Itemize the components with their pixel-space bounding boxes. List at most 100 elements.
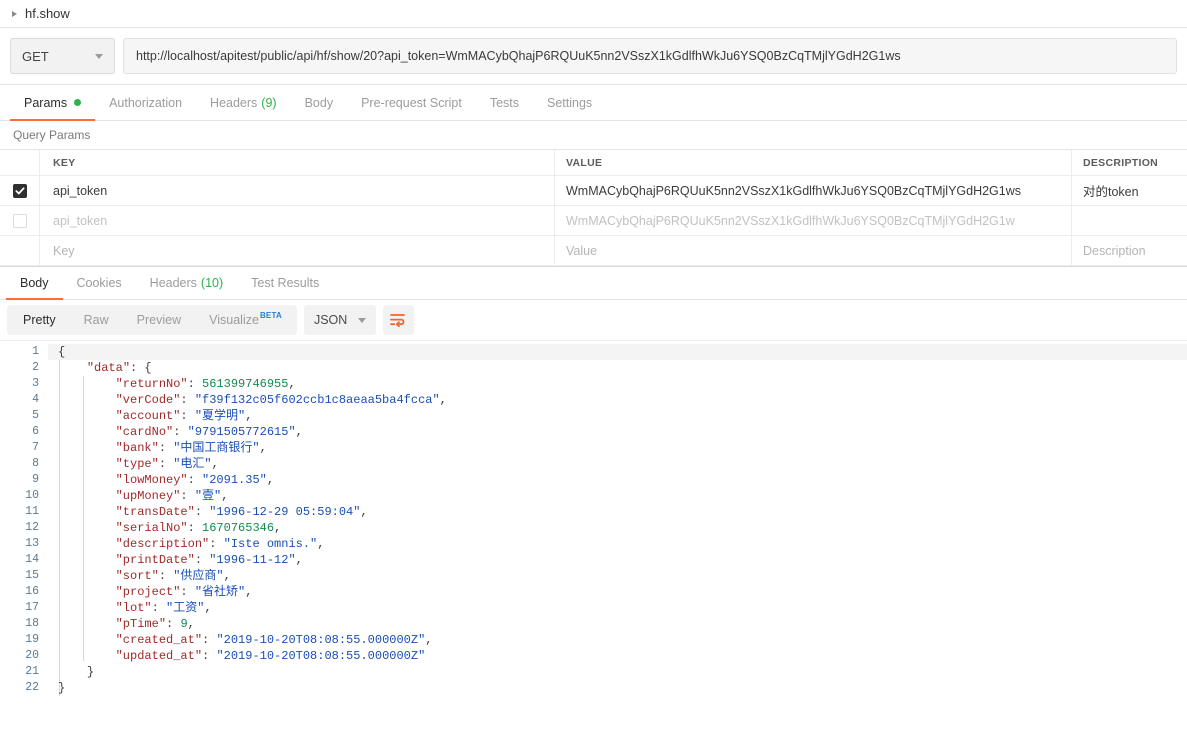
- token-punc: :: [187, 473, 203, 487]
- row-checkbox-cell[interactable]: [0, 176, 40, 205]
- line-number: 4: [32, 393, 39, 406]
- token-punc: ,: [245, 585, 253, 599]
- token-punc: :: [173, 425, 188, 439]
- response-body-viewer[interactable]: 1 2 3 4 5 6 7 8 9 10 11 12 13 14 15 16 17 18 19 20 21 22 { "d…: [0, 340, 1187, 702]
- param-key: api_token: [53, 213, 108, 228]
- row-description-cell[interactable]: 对的token: [1072, 176, 1187, 205]
- response-tab-test-results[interactable]: Test Results: [237, 267, 333, 299]
- view-raw-button[interactable]: Raw: [70, 307, 123, 333]
- tab-body-label: Body: [304, 95, 334, 110]
- token-punc: ,: [425, 633, 433, 647]
- tab-settings[interactable]: Settings: [533, 85, 606, 120]
- chevron-down-icon: [357, 317, 366, 323]
- code-line: "sort": "供应商",: [48, 568, 1187, 584]
- token-str: "供应商": [173, 569, 224, 583]
- json-code-area[interactable]: { "data": { "returnNo": 561399746955, "v…: [48, 341, 1187, 702]
- tab-params-label: Params: [24, 95, 68, 110]
- token-key: "upMoney": [115, 489, 181, 503]
- header-checkbox-cell: [0, 150, 40, 175]
- token-str: "1996-11-12": [209, 553, 296, 567]
- response-view-segmented-control: Pretty Raw Preview Visualize BETA: [7, 305, 297, 335]
- tab-authorization[interactable]: Authorization: [95, 85, 196, 120]
- checkbox-checked-icon[interactable]: [12, 183, 27, 198]
- tab-tests[interactable]: Tests: [476, 85, 533, 120]
- header-value-cell: VALUE: [555, 150, 1072, 175]
- token-key: "returnNo": [115, 377, 188, 391]
- response-format-select[interactable]: JSON: [303, 305, 376, 335]
- response-tab-headers[interactable]: Headers (10): [136, 267, 237, 299]
- row-key-cell[interactable]: Key: [40, 236, 555, 265]
- tab-body[interactable]: Body: [291, 85, 348, 120]
- caret-right-icon[interactable]: [12, 10, 17, 17]
- row-key-cell[interactable]: api_token: [40, 176, 555, 205]
- row-value-cell[interactable]: WmMACybQhajP6RQUuK5nn2VSszX1kGdlfhWkJu6Y…: [555, 206, 1072, 235]
- token-punc: ,: [439, 393, 447, 407]
- tab-pre-request-script-label: Pre-request Script: [361, 95, 462, 110]
- token-key: "updated_at": [115, 649, 203, 663]
- line-number: 1: [32, 345, 39, 358]
- token-key: "bank": [115, 441, 159, 455]
- token-str: "2019-10-20T08:08:55.000000Z": [216, 633, 426, 647]
- row-checkbox-cell[interactable]: [0, 236, 40, 265]
- code-line: "data": {: [48, 360, 1187, 376]
- column-header-value: VALUE: [566, 156, 603, 169]
- view-pretty-label: Pretty: [23, 313, 56, 327]
- view-preview-button[interactable]: Preview: [123, 307, 195, 333]
- tab-pre-request-script[interactable]: Pre-request Script: [347, 85, 476, 120]
- token-punc: }: [86, 665, 95, 679]
- token-str: "电汇": [173, 457, 212, 471]
- row-description-cell[interactable]: [1072, 206, 1187, 235]
- code-line: "updated_at": "2019-10-20T08:08:55.00000…: [48, 648, 1187, 664]
- table-row-empty[interactable]: Key Value Description: [0, 236, 1187, 266]
- column-header-description: DESCRIPTION: [1083, 156, 1159, 169]
- token-key: "printDate": [115, 553, 195, 567]
- tab-params[interactable]: Params: [10, 85, 96, 121]
- code-line: "printDate": "1996-11-12",: [48, 552, 1187, 568]
- token-str: "f39f132c05f602ccb1c8aeaa5ba4fcca": [194, 393, 440, 407]
- url-input[interactable]: http://localhost/apitest/public/api/hf/s…: [123, 38, 1177, 74]
- row-checkbox-cell[interactable]: [0, 206, 40, 235]
- token-str: "工资": [166, 601, 205, 615]
- code-line: "returnNo": 561399746955,: [48, 376, 1187, 392]
- token-punc: :: [187, 521, 203, 535]
- beta-badge: BETA: [259, 310, 282, 320]
- line-number: 14: [25, 553, 39, 566]
- response-tab-body[interactable]: Body: [6, 267, 63, 300]
- tab-headers[interactable]: Headers (9): [196, 85, 291, 120]
- line-number: 12: [25, 521, 39, 534]
- token-str: "Iste omnis.": [223, 537, 318, 551]
- line-number-gutter: 1 2 3 4 5 6 7 8 9 10 11 12 13 14 15 16 17 18 19 20 21 22: [0, 341, 48, 702]
- view-visualize-button[interactable]: Visualize BETA: [195, 307, 295, 333]
- token-key: "serialNo": [115, 521, 188, 535]
- table-row[interactable]: api_token WmMACybQhajP6RQUuK5nn2VSszX1kG…: [0, 176, 1187, 206]
- header-description-cell: DESCRIPTION: [1072, 150, 1187, 175]
- http-method-select[interactable]: GET: [10, 38, 115, 74]
- code-line: "verCode": "f39f132c05f602ccb1c8aeaa5ba4…: [48, 392, 1187, 408]
- token-key: "sort": [115, 569, 159, 583]
- token-punc: ,: [274, 521, 282, 535]
- row-value-cell[interactable]: Value: [555, 236, 1072, 265]
- param-value: WmMACybQhajP6RQUuK5nn2VSszX1kGdlfhWkJu6Y…: [566, 183, 1022, 198]
- token-num: 9: [180, 617, 188, 631]
- row-description-cell[interactable]: Description: [1072, 236, 1187, 265]
- request-name-bar: hf.show: [0, 0, 1187, 28]
- token-key: "created_at": [115, 633, 203, 647]
- token-punc: ,: [295, 553, 303, 567]
- response-tab-body-label: Body: [20, 276, 49, 290]
- code-line: "bank": "中国工商银行",: [48, 440, 1187, 456]
- code-line: "account": "夏学明",: [48, 408, 1187, 424]
- row-key-cell[interactable]: api_token: [40, 206, 555, 235]
- row-value-cell[interactable]: WmMACybQhajP6RQUuK5nn2VSszX1kGdlfhWkJu6Y…: [555, 176, 1072, 205]
- code-line: "pTime": 9,: [48, 616, 1187, 632]
- table-row[interactable]: api_token WmMACybQhajP6RQUuK5nn2VSszX1kG…: [0, 206, 1187, 236]
- line-number: 22: [25, 681, 39, 694]
- token-str: "中国工商银行": [173, 441, 260, 455]
- checkbox-unchecked-icon[interactable]: [12, 213, 27, 228]
- word-wrap-toggle[interactable]: [382, 305, 414, 335]
- code-line: }: [48, 664, 1187, 680]
- token-punc: ,: [223, 569, 231, 583]
- response-tab-cookies[interactable]: Cookies: [63, 267, 136, 299]
- view-pretty-button[interactable]: Pretty: [9, 307, 70, 333]
- token-punc: :: [202, 633, 217, 647]
- view-visualize-label: Visualize: [209, 313, 259, 327]
